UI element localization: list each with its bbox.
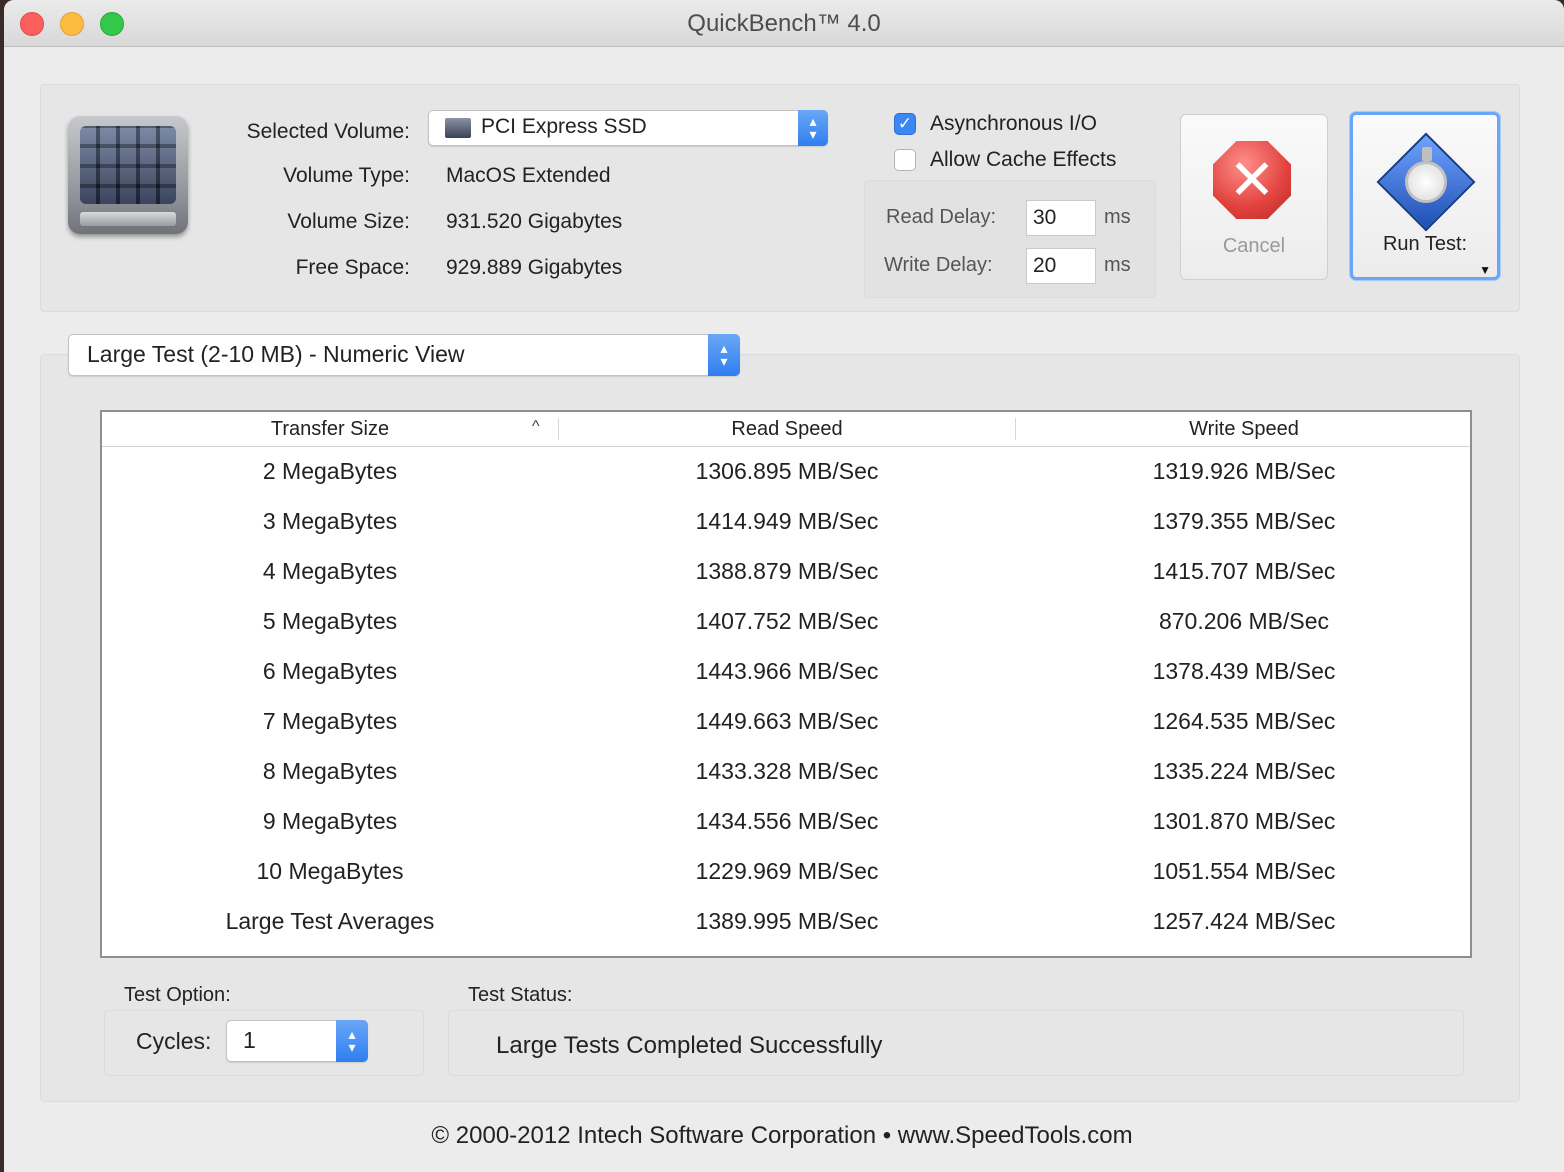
table-row[interactable]: 3 MegaBytes 1414.949 MB/Sec 1379.355 MB/… [102, 496, 1470, 546]
cell-transfer-size: 6 MegaBytes [262, 658, 398, 684]
write-delay-label: Write Delay: [884, 254, 993, 276]
cache-effects-label[interactable]: Allow Cache Effects [930, 148, 1116, 172]
stepper-icon[interactable]: ▴ ▾ [708, 334, 740, 376]
stopwatch-crown [1422, 147, 1432, 161]
cycles-label: Cycles: [136, 1028, 212, 1054]
stepper-icon[interactable]: ▴ ▾ [336, 1020, 368, 1062]
column-header-transfer-size[interactable]: Transfer Size [102, 418, 558, 441]
table-row[interactable]: 7 MegaBytes 1449.663 MB/Sec 1264.535 MB/… [102, 696, 1470, 746]
cell-transfer-size: 5 MegaBytes [262, 608, 398, 634]
cell-transfer-size: 9 MegaBytes [262, 808, 398, 834]
stop-icon: ✕ [1213, 141, 1291, 219]
volume-size-value: 931.520 Gigabytes [446, 210, 623, 233]
cell-transfer-size: 3 MegaBytes [262, 508, 398, 534]
cell-write-speed: 1264.535 MB/Sec [1152, 708, 1336, 734]
write-delay-input[interactable]: 20 [1026, 248, 1096, 284]
cell-transfer-size: 10 MegaBytes [256, 858, 404, 884]
view-select[interactable]: Large Test (2-10 MB) - Numeric View ▴ ▾ [68, 334, 740, 376]
free-space-value: 929.889 Gigabytes [446, 256, 623, 279]
free-space-label: Free Space: [295, 256, 410, 279]
cell-write-speed: 1378.439 MB/Sec [1152, 658, 1336, 684]
cancel-button[interactable]: ✕ Cancel [1180, 114, 1328, 280]
test-status-text: Large Tests Completed Successfully [496, 1032, 883, 1059]
cell-read-speed: 1414.949 MB/Sec [695, 508, 879, 534]
run-test-button-label: Run Test: [1382, 233, 1468, 255]
test-option-label: Test Option: [124, 984, 231, 1006]
dropdown-arrow-icon[interactable]: ▼ [1479, 263, 1491, 277]
cell-transfer-size: 7 MegaBytes [262, 708, 398, 734]
drive-face [80, 126, 176, 204]
table-row[interactable]: 6 MegaBytes 1443.966 MB/Sec 1378.439 MB/… [102, 646, 1470, 696]
stopwatch-icon [1376, 132, 1476, 232]
cell-write-speed: 1415.707 MB/Sec [1152, 558, 1336, 584]
cell-write-speed: 870.206 MB/Sec [1158, 608, 1330, 634]
read-delay-label: Read Delay: [886, 206, 997, 228]
cell-read-speed: 1434.556 MB/Sec [695, 808, 879, 834]
cell-transfer-size: 2 MegaBytes [262, 458, 398, 484]
cell-write-speed: 1319.926 MB/Sec [1152, 458, 1336, 484]
view-select-value: Large Test (2-10 MB) - Numeric View [87, 341, 465, 367]
cell-read-speed: 1389.995 MB/Sec [695, 908, 879, 934]
table-row[interactable]: 4 MegaBytes 1388.879 MB/Sec 1415.707 MB/… [102, 546, 1470, 596]
results-table: Transfer Size ^ Read Speed Write Speed 2… [100, 410, 1472, 958]
volume-select-value: PCI Express SSD [481, 115, 647, 138]
cell-transfer-size: 4 MegaBytes [262, 558, 398, 584]
cell-write-speed: 1257.424 MB/Sec [1152, 908, 1336, 934]
cancel-button-label: Cancel [1222, 235, 1286, 257]
table-row[interactable]: 9 MegaBytes 1434.556 MB/Sec 1301.870 MB/… [102, 796, 1470, 846]
sort-ascending-icon[interactable]: ^ [532, 418, 540, 436]
cell-read-speed: 1443.966 MB/Sec [695, 658, 879, 684]
read-delay-unit: ms [1104, 206, 1131, 228]
table-row[interactable]: 5 MegaBytes 1407.752 MB/Sec 870.206 MB/S… [102, 596, 1470, 646]
cell-read-speed: 1306.895 MB/Sec [695, 458, 879, 484]
cell-write-speed: 1051.554 MB/Sec [1152, 858, 1336, 884]
cell-write-speed: 1301.870 MB/Sec [1152, 808, 1336, 834]
cell-write-speed: 1335.224 MB/Sec [1152, 758, 1336, 784]
window-title: QuickBench™ 4.0 [687, 10, 881, 37]
volume-select[interactable]: PCI Express SSD ▴ ▾ [428, 110, 828, 146]
async-io-checkbox[interactable]: ✓ [894, 113, 916, 135]
volume-type-label: Volume Type: [283, 164, 410, 187]
test-status-label: Test Status: [468, 984, 573, 1006]
cycles-select[interactable]: 1 ▴ ▾ [226, 1020, 368, 1062]
stopwatch-face [1405, 161, 1447, 203]
volume-type-value: MacOS Extended [446, 164, 611, 187]
column-header-write-speed[interactable]: Write Speed [1016, 418, 1472, 441]
volume-icon [445, 118, 471, 138]
cache-effects-checkbox[interactable] [894, 149, 916, 171]
cell-transfer-size: 8 MegaBytes [262, 758, 398, 784]
cell-transfer-size: Large Test Averages [225, 908, 435, 934]
title-bar[interactable]: QuickBench™ 4.0 [4, 0, 1564, 47]
cell-read-speed: 1388.879 MB/Sec [695, 558, 879, 584]
async-io-label[interactable]: Asynchronous I/O [930, 112, 1097, 136]
delay-panel [864, 180, 1156, 298]
read-delay-input[interactable]: 30 [1026, 200, 1096, 236]
cell-write-speed: 1379.355 MB/Sec [1152, 508, 1336, 534]
table-row[interactable]: 2 MegaBytes 1306.895 MB/Sec 1319.926 MB/… [102, 446, 1470, 496]
selected-volume-label: Selected Volume: [246, 120, 410, 143]
cell-read-speed: 1449.663 MB/Sec [695, 708, 879, 734]
drive-base [80, 212, 176, 226]
table-row[interactable]: 10 MegaBytes 1229.969 MB/Sec 1051.554 MB… [102, 846, 1470, 896]
column-header-read-speed[interactable]: Read Speed [559, 418, 1015, 441]
table-row-averages[interactable]: Large Test Averages 1389.995 MB/Sec 1257… [102, 896, 1470, 946]
drive-icon [68, 116, 188, 234]
write-delay-unit: ms [1104, 254, 1131, 276]
copyright-footer: © 2000-2012 Intech Software Corporation … [431, 1122, 1133, 1149]
cycles-select-value: 1 [243, 1027, 256, 1053]
check-icon: ✓ [897, 114, 913, 133]
cell-read-speed: 1433.328 MB/Sec [695, 758, 879, 784]
table-row[interactable]: 8 MegaBytes 1433.328 MB/Sec 1335.224 MB/… [102, 746, 1470, 796]
cell-read-speed: 1407.752 MB/Sec [695, 608, 879, 634]
run-test-button[interactable]: Run Test: ▼ [1350, 112, 1500, 280]
volume-size-label: Volume Size: [287, 210, 410, 233]
cell-read-speed: 1229.969 MB/Sec [695, 858, 879, 884]
stepper-icon[interactable]: ▴ ▾ [798, 110, 828, 146]
table-header: Transfer Size ^ Read Speed Write Speed [102, 412, 1470, 447]
